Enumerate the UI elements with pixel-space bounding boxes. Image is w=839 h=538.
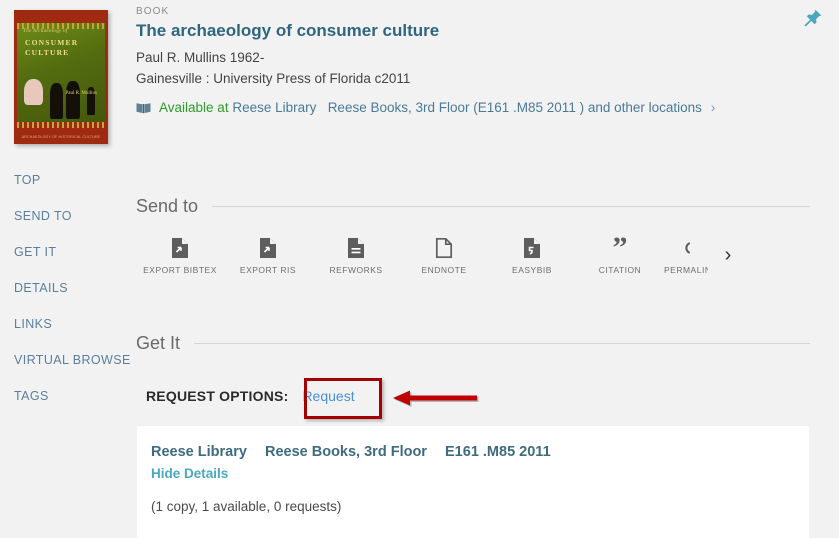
- cover-footer-text: ARCHAEOLOGY OF HISTORICAL CULTURE: [21, 135, 101, 139]
- chevron-right-icon[interactable]: ›: [711, 99, 716, 115]
- document-outline-icon: [400, 234, 488, 262]
- sidebar-item-send-to[interactable]: SEND TO: [0, 198, 136, 234]
- send-to-export-bibtex[interactable]: EXPORT BIBTEX: [136, 234, 224, 275]
- send-to-label: EXPORT BIBTEX: [143, 265, 217, 275]
- document-export-icon: [136, 234, 224, 262]
- holdings-location: Reese Library Reese Books, 3rd Floor E16…: [151, 444, 551, 460]
- document-export-icon: [224, 234, 312, 262]
- send-to-label: EASYBIB: [512, 265, 552, 275]
- cover-silhouette: [50, 83, 63, 119]
- sidebar-item-get-it[interactable]: GET IT: [0, 234, 136, 270]
- side-nav: TOP SEND TO GET IT DETAILS LINKS VIRTUAL…: [0, 162, 136, 414]
- holdings-sublocation: Reese Books, 3rd Floor: [264, 444, 427, 460]
- cover-band-top: [17, 23, 105, 29]
- send-to-export-ris[interactable]: EXPORT RIS: [224, 234, 312, 275]
- get-it-section-header: Get It: [136, 333, 810, 354]
- hide-details-link[interactable]: Hide Details: [151, 466, 228, 481]
- cover-title-large: CONSUMER CULTURE: [25, 38, 79, 57]
- cover-author: Paul R. Mullins: [65, 91, 97, 96]
- send-to-label: REFWORKS: [329, 265, 383, 275]
- quote-icon: ”: [612, 234, 628, 264]
- record-info: BOOK The archaeology of consumer culture…: [136, 6, 786, 119]
- link-icon: [664, 234, 708, 262]
- send-to-label: EXPORT RIS: [239, 265, 297, 275]
- send-to-easybib[interactable]: EASYBIB: [488, 234, 576, 275]
- send-to-label: CITATION: [598, 265, 642, 275]
- send-to-label: ENDNOTE: [421, 265, 467, 275]
- send-to-actions: EXPORT BIBTEX EXPORT RIS REFWORKS ENDNOT…: [136, 234, 810, 292]
- sidebar-item-virtual-browse[interactable]: VIRTUAL BROWSE: [0, 342, 136, 378]
- record-header: The Archaeology of CONSUMER CULTURE Paul…: [0, 0, 839, 156]
- holdings-panel: Reese Library Reese Books, 3rd Floor E16…: [137, 426, 809, 538]
- send-to-label: PERMALINK: [664, 265, 708, 275]
- record-author: Paul R. Mullins 1962-: [136, 50, 265, 65]
- availability-location-link[interactable]: Reese Books, 3rd Floor (E161 .M85 2011 ): [328, 100, 584, 115]
- cover-band-bottom: [17, 122, 105, 128]
- cover-bust-figure: [24, 79, 43, 105]
- record-publication: Gainesville : University Press of Florid…: [136, 71, 411, 86]
- holdings-library: Reese Library: [151, 444, 247, 460]
- annotation-arrow: [393, 389, 479, 409]
- send-to-next-arrow[interactable]: ›: [708, 234, 748, 276]
- record-type-label: BOOK: [136, 6, 170, 17]
- holdings-counts: (1 copy, 1 available, 0 requests): [151, 499, 342, 514]
- send-to-heading: Send to: [136, 196, 199, 216]
- request-link[interactable]: Request: [302, 388, 354, 404]
- book-icon: [136, 101, 151, 119]
- record-title[interactable]: The archaeology of consumer culture: [136, 20, 786, 41]
- sidebar-item-tags[interactable]: TAGS: [0, 378, 136, 414]
- cover-title-small: The Archaeology of: [23, 29, 68, 34]
- section-divider: [194, 343, 810, 344]
- request-options-label: REQUEST OPTIONS:: [146, 388, 289, 404]
- pushpin-icon[interactable]: [802, 7, 824, 29]
- send-to-citation[interactable]: ” CITATION: [576, 234, 664, 275]
- holdings-call-number: E161 .M85 2011: [445, 444, 551, 460]
- send-to-refworks[interactable]: REFWORKS: [312, 234, 400, 275]
- send-to-endnote[interactable]: ENDNOTE: [400, 234, 488, 275]
- availability-more-link[interactable]: and other locations: [588, 100, 702, 115]
- availability-line: Available at Reese Library Reese Books, …: [136, 98, 786, 119]
- document-lines-icon: [312, 234, 400, 262]
- availability-library-link[interactable]: Reese Library: [232, 100, 316, 115]
- get-it-heading: Get It: [136, 333, 181, 353]
- cover-artwork: The Archaeology of CONSUMER CULTURE Paul…: [17, 23, 105, 122]
- availability-status: Available at: [159, 100, 229, 115]
- section-divider: [212, 206, 810, 207]
- sidebar-item-top[interactable]: TOP: [0, 162, 136, 198]
- request-options-row: REQUEST OPTIONS: Request: [146, 388, 355, 404]
- document-quote-icon: [488, 234, 576, 262]
- send-to-section-header: Send to: [136, 196, 810, 217]
- book-cover-thumbnail[interactable]: The Archaeology of CONSUMER CULTURE Paul…: [14, 10, 108, 144]
- send-to-permalink[interactable]: PERMALINK: [664, 234, 708, 275]
- sidebar-item-details[interactable]: DETAILS: [0, 270, 136, 306]
- sidebar-item-links[interactable]: LINKS: [0, 306, 136, 342]
- cover-silhouette: [66, 81, 80, 119]
